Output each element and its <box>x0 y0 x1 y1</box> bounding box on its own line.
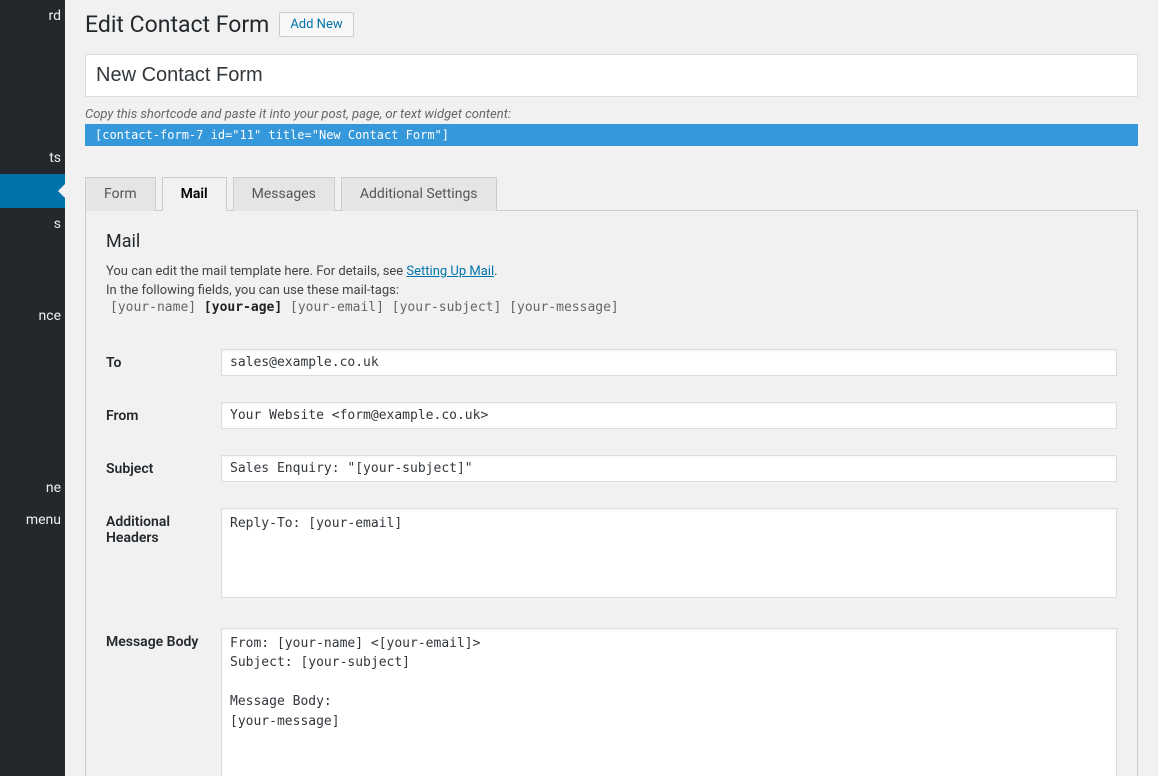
subject-input[interactable] <box>221 455 1117 482</box>
body-textarea[interactable] <box>221 628 1117 776</box>
mail-desc: You can edit the mail template here. For… <box>106 264 1117 279</box>
tab-mail[interactable]: Mail <box>162 177 227 211</box>
mail-desc-suffix: . <box>494 264 497 279</box>
sidebar-item-8[interactable]: menu <box>0 504 65 536</box>
tab-messages[interactable]: Messages <box>233 177 335 211</box>
tab-form[interactable]: Form <box>85 177 156 211</box>
page-title: Edit Contact Form <box>85 10 269 40</box>
mail-tags-after: [your-email] [your-subject] [your-messag… <box>282 300 619 315</box>
headers-textarea[interactable] <box>221 508 1117 598</box>
setting-up-mail-link[interactable]: Setting Up Mail <box>406 264 494 279</box>
page-header: Edit Contact Form Add New <box>85 10 1138 40</box>
mail-heading: Mail <box>106 231 1117 252</box>
shortcode-code[interactable]: [contact-form-7 id="11" title="New Conta… <box>85 124 1138 146</box>
body-label: Message Body <box>106 622 221 776</box>
add-new-button[interactable]: Add New <box>279 12 353 37</box>
shortcode-hint: Copy this shortcode and paste it into yo… <box>85 107 1138 122</box>
mail-tags-intro: In the following fields, you can use the… <box>106 283 1117 298</box>
admin-sidebar: rd ts s nce ne menu <box>0 0 65 776</box>
sidebar-item-1[interactable]: ts <box>0 142 65 174</box>
nav-tabs: Form Mail Messages Additional Settings <box>85 176 1138 211</box>
to-input[interactable] <box>221 349 1117 376</box>
headers-label: Additional Headers <box>106 502 221 622</box>
from-input[interactable] <box>221 402 1117 429</box>
form-title-input[interactable] <box>96 58 1127 93</box>
mail-tags: [your-name] [your-age] [your-email] [you… <box>106 300 1117 315</box>
mail-tags-before: [your-name] <box>110 300 204 315</box>
tab-additional-settings[interactable]: Additional Settings <box>341 177 497 211</box>
main-content: Edit Contact Form Add New Copy this shor… <box>65 0 1158 776</box>
mail-form-table: To From Subject Additional Headers Messa… <box>106 343 1117 776</box>
mail-tag-bold: [your-age] <box>204 300 282 315</box>
subject-label: Subject <box>106 449 221 502</box>
mail-desc-prefix: You can edit the mail template here. For… <box>106 264 406 279</box>
tab-panel-mail: Mail You can edit the mail template here… <box>85 211 1138 776</box>
sidebar-item-5[interactable]: nce <box>0 300 65 332</box>
sidebar-item-3[interactable]: s <box>0 208 65 240</box>
to-label: To <box>106 343 221 396</box>
sidebar-item-0[interactable]: rd <box>0 0 65 32</box>
from-label: From <box>106 396 221 449</box>
form-title-wrap <box>85 54 1138 97</box>
sidebar-item-current[interactable] <box>0 174 65 208</box>
sidebar-item-7[interactable]: ne <box>0 472 65 504</box>
